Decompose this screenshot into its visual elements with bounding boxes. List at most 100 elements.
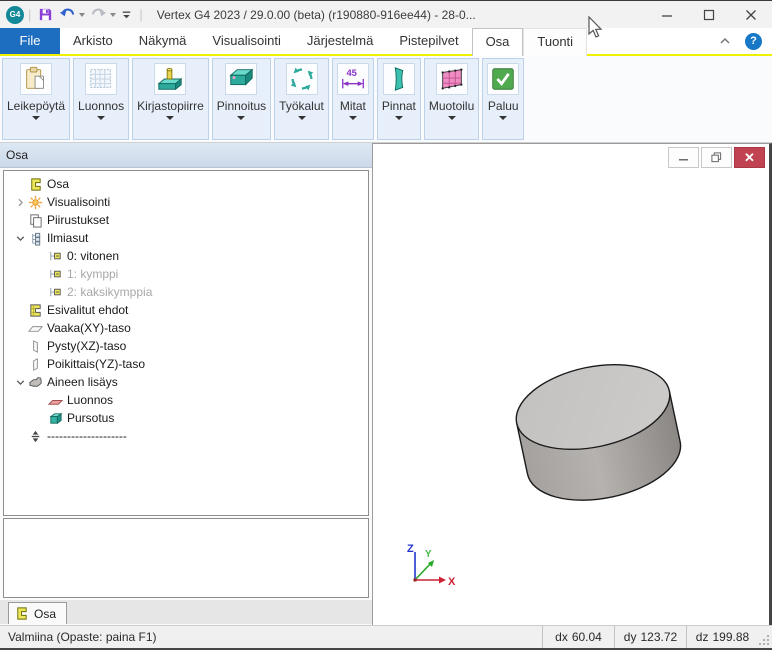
title-bar: G4 | | Vertex G4 2023 / 29.0.00 (beta) (… — [0, 0, 772, 28]
tab-arkisto[interactable]: Arkisto — [60, 28, 126, 54]
tree-item[interactable]: 0: vitonen — [4, 247, 368, 265]
freeform-icon — [438, 65, 466, 93]
save-button[interactable] — [35, 5, 56, 24]
tree-item[interactable]: Piirustukset — [4, 211, 368, 229]
tab-label: File — [20, 33, 41, 48]
tree-item[interactable]: Pursotus — [4, 409, 368, 427]
part-icon — [28, 177, 43, 192]
ribbon-button-label: Luonnos — [78, 99, 124, 113]
redo-button[interactable] — [87, 5, 118, 24]
tree-item-label: Pursotus — [67, 411, 114, 425]
ribbon-button-mitat[interactable]: 45Mitat — [332, 58, 374, 140]
close-window-button[interactable] — [730, 2, 772, 28]
ribbon-button-pinnoitus[interactable]: Pinnoitus — [212, 58, 271, 140]
tab-järjestelmä[interactable]: Järjestelmä — [294, 28, 386, 54]
help-button[interactable]: ? — [745, 33, 762, 50]
tree-item[interactable]: Poikittais(YZ)-taso — [4, 355, 368, 373]
tree-expander-down[interactable] — [12, 232, 28, 245]
sketch-grid-icon — [87, 65, 115, 93]
tree-item[interactable]: Aineen lisäys — [4, 373, 368, 391]
dropdown-caret-icon — [349, 116, 357, 120]
tab-row: File Arkisto Näkymä VisualisointiJärjestelm… — [0, 28, 772, 56]
save-icon — [37, 6, 54, 23]
plane-xy-icon — [28, 321, 43, 336]
viewport-minimize-button[interactable] — [668, 147, 699, 168]
tree-item[interactable]: Osa — [4, 175, 368, 193]
tab-visualisointi[interactable]: Visualisointi — [199, 28, 293, 54]
panel-tab-osa[interactable]: Osa — [8, 602, 67, 624]
plane-xz-icon — [28, 339, 43, 354]
surfaces-icon — [385, 65, 413, 93]
tab-tuonti[interactable]: Tuonti — [523, 28, 587, 56]
ribbon-button-luonnos[interactable]: Luonnos — [73, 58, 129, 140]
ribbon-button-icon-box — [286, 63, 318, 95]
tree-item[interactable]: Luonnos — [4, 391, 368, 409]
customize-toolbar-button[interactable] — [118, 7, 135, 22]
ribbon-button-icon-box — [383, 63, 415, 95]
config-item-icon — [48, 249, 63, 264]
material-add-icon — [28, 375, 43, 390]
coating-icon — [227, 65, 255, 93]
ribbon-button-pinnat[interactable]: Pinnat — [377, 58, 421, 140]
tree-item[interactable]: Ilmiasut — [4, 229, 368, 247]
tree-item-label: Vaaka(XY)-taso — [47, 321, 131, 335]
tree-expander-right[interactable] — [12, 196, 28, 209]
dropdown-caret-icon — [499, 116, 507, 120]
tree-item-label: Aineen lisäys — [47, 375, 118, 389]
viewport-restore-button[interactable] — [701, 147, 732, 168]
tree-item[interactable]: Visualisointi — [4, 193, 368, 211]
ribbon-button-kirjastopiirre[interactable]: Kirjastopiirre — [132, 58, 209, 140]
separator: | — [28, 7, 31, 22]
app-logo[interactable]: G4 — [6, 6, 24, 24]
return-check-icon — [489, 65, 517, 93]
dropdown-caret-icon — [32, 116, 40, 120]
resize-grip[interactable] — [758, 626, 772, 648]
collapse-ribbon-icon[interactable] — [719, 35, 731, 47]
maximize-window-button[interactable] — [688, 2, 730, 28]
dimensions-icon: 45 — [339, 65, 367, 93]
axis-y-label: Y — [425, 549, 432, 560]
minimize-window-button[interactable] — [646, 2, 688, 28]
tree-expander-down[interactable] — [12, 376, 28, 389]
ribbon-button-muotoilu[interactable]: Muotoilu — [424, 58, 479, 140]
ribbon-button-icon-box — [20, 63, 52, 95]
panel-tab-strip: Osa — [0, 600, 372, 624]
ribbon-button-paluu[interactable]: Paluu — [482, 58, 524, 140]
tree-item[interactable]: 1: kymppi — [4, 265, 368, 283]
undo-button[interactable] — [56, 5, 87, 24]
application-window: G4 | | Vertex G4 2023 / 29.0.00 (beta) (… — [0, 0, 772, 650]
redo-dropdown-caret — [110, 13, 116, 17]
tree-item-label: Osa — [47, 177, 69, 191]
ribbon-button-label: Pinnoitus — [217, 99, 266, 113]
coord-dz: dz199.88 — [686, 626, 758, 648]
tab-file[interactable]: File — [0, 28, 60, 54]
tab-label: Pistepilvet — [399, 33, 458, 48]
tree-item-label: Visualisointi — [47, 195, 110, 209]
viewport-close-button[interactable]: ✕ — [734, 147, 765, 168]
tab-näkymä[interactable]: Näkymä — [126, 28, 200, 54]
ribbon-button-label: Työkalut — [279, 99, 324, 113]
tree-item[interactable]: Pysty(XZ)-taso — [4, 337, 368, 355]
viewport-3d[interactable]: ✕ — [372, 143, 772, 625]
status-message: Valmiina (Opaste: paina F1) — [0, 630, 542, 644]
ribbon-button-icon-box: 45 — [337, 63, 369, 95]
tab-osa[interactable]: Osa — [472, 28, 524, 56]
tree-item[interactable]: 2: kaksikymppia — [4, 283, 368, 301]
tab-pistepilvet[interactable]: Pistepilvet — [386, 28, 471, 54]
clipboard-icon — [22, 65, 50, 93]
tree-item[interactable]: Vaaka(XY)-taso — [4, 319, 368, 337]
model-tree: Osa Visualisointi PiirustuksetIlmiasut0: v… — [3, 170, 369, 516]
tree-item[interactable]: -------------------- — [4, 427, 368, 445]
library-feature-icon — [156, 65, 184, 93]
separator: | — [139, 7, 142, 22]
ribbon-button-label: Pinnat — [382, 99, 416, 113]
coord-dy: dy123.72 — [614, 626, 686, 648]
ribbon-button-label: Muotoilu — [429, 99, 474, 113]
extrude-icon — [48, 411, 63, 426]
ribbon-button-icon-box — [154, 63, 186, 95]
tree-item[interactable]: Esivalitut ehdot — [4, 301, 368, 319]
ribbon-button-label: Kirjastopiirre — [137, 99, 204, 113]
ribbon-button-työkalut[interactable]: Työkalut — [274, 58, 329, 140]
ribbon-button-leikepöytä[interactable]: Leikepöytä — [2, 58, 70, 140]
tab-label: Näkymä — [139, 33, 187, 48]
